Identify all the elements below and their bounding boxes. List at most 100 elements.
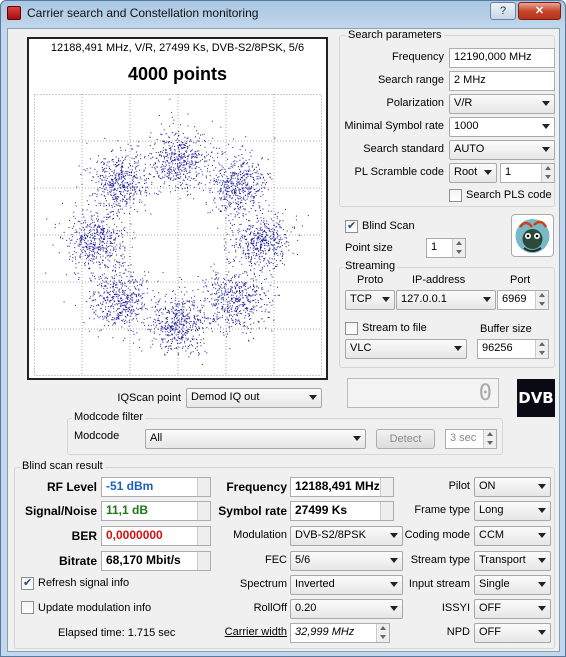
update-modulation-checkbox[interactable] [21,601,34,614]
search-parameters-label: Search parameters [346,29,444,41]
blind-scan-label: Blind Scan [362,220,415,232]
signal-noise-value: 11,1 dB [101,501,211,521]
chevron-down-icon [309,395,317,400]
pilot-select[interactable]: ON [474,477,551,497]
player-select[interactable]: VLC [345,339,467,359]
chevron-down-icon [538,630,546,635]
bitrate-value: 68,170 Mbit/s [101,551,211,571]
search-standard-label: Search standard [363,143,444,155]
pl-scramble-mode-select[interactable]: Root [449,163,497,183]
client-area: 12188,491 MHz, V/R, 27499 Ks, DVB-S2/8PS… [7,28,560,652]
chevron-down-icon [542,101,550,106]
pl-scramble-spinner[interactable]: 1 [500,163,555,183]
refresh-signal-checkbox[interactable] [21,576,34,590]
chevron-down-icon [542,124,550,129]
elapsed-time: Elapsed time: 1.715 sec [58,627,176,639]
port-label: Port [510,274,531,286]
frame-type-select[interactable]: Long [474,501,551,521]
issyi-select[interactable]: OFF [474,599,551,619]
modcode-filter-label: Modcode filter [72,411,146,423]
streaming-label: Streaming [343,260,398,272]
spinner-arrows-icon [535,291,548,309]
window-title: Carrier search and Constellation monitor… [27,6,259,20]
coding-mode-select[interactable]: CCM [474,526,551,546]
dvb-logo: DVB [517,379,555,417]
result-symbol-rate-label: Symbol rate [218,504,287,518]
buffer-size-spinner[interactable]: 96256 [477,339,549,359]
refresh-signal-label: Refresh signal info [38,577,130,589]
scatter-canvas [34,94,322,376]
ip-address-select[interactable]: 127.0.0.1 [396,290,496,310]
search-pls-checkbox[interactable] [449,189,462,202]
chevron-down-icon [484,170,492,175]
detect-button[interactable]: Detect [376,429,435,449]
min-symbol-rate-label: Minimal Symbol rate [344,120,444,132]
buffer-size-label: Buffer size [480,323,532,335]
detect-seconds-spinner[interactable]: 3 sec [445,429,497,449]
npd-select[interactable]: OFF [474,623,551,643]
spinner-arrows-icon [535,340,548,358]
mascot-icon[interactable] [511,214,554,257]
chevron-down-icon [538,484,546,489]
chevron-down-icon [390,606,398,611]
polarization-label: Polarization [386,97,444,109]
lcd-counter: 0 [347,378,499,408]
issyi-label: ISSYI [441,602,470,614]
modcode-select[interactable]: All [145,429,366,449]
chevron-down-icon [353,436,361,441]
frame-type-label: Frame type [414,504,470,516]
iqscan-point-label: IQScan point [117,392,181,404]
constellation-plot: 12188,491 MHz, V/R, 27499 Ks, DVB-S2/8PS… [27,37,328,380]
frequency-input[interactable]: 12190,000 MHz [449,48,555,68]
carrier-width-label[interactable]: Carrier width [213,626,287,638]
pilot-label: Pilot [448,480,470,492]
polarization-select[interactable]: V/R [449,94,555,114]
signal-noise-label: Signal/Noise [24,504,97,518]
app-window: Carrier search and Constellation monitor… [0,0,566,657]
ip-address-label: IP-address [412,274,466,286]
help-button[interactable]: ? [490,2,516,20]
stream-to-file-checkbox[interactable] [345,322,358,335]
chevron-down-icon [390,558,398,563]
search-range-input[interactable]: 2 MHz [449,71,555,91]
stream-type-label: Stream type [410,554,470,566]
input-stream-select[interactable]: Single [474,575,551,595]
plot-title: 4000 points [127,64,228,84]
result-frequency-label: Frequency [226,480,287,494]
modulation-select[interactable]: DVB-S2/8PSK [290,526,403,546]
rolloff-select[interactable]: 0.20 [290,599,403,619]
modcode-label: Modcode [74,430,120,442]
ber-value: 0,0000000 [101,526,211,546]
proto-select[interactable]: TCP [345,290,395,310]
proto-label: Proto [357,274,384,286]
carrier-width-value[interactable]: 32,999 MHz [290,623,390,643]
close-button[interactable]: ✕ [518,2,561,20]
iqscan-point-select[interactable]: Demod IQ out [186,388,322,408]
rf-level-value: -51 dBm [101,477,211,497]
rolloff-label: RollOff [253,602,287,614]
lcd-counter-value: 0 [478,381,492,406]
chevron-down-icon [538,582,546,587]
spinner-arrows-icon [452,239,465,257]
blind-scan-result-label: Blind scan result [20,460,105,472]
point-size-label: Point size [345,242,393,254]
frequency-label: Frequency [392,51,444,63]
fec-label: FEC [265,554,287,566]
min-symbol-rate-select[interactable]: 1000 [449,117,555,137]
stream-to-file-label: Stream to file [362,322,427,334]
point-size-spinner[interactable]: 1 [426,238,466,258]
search-standard-select[interactable]: AUTO [449,140,555,160]
input-stream-label: Input stream [408,578,470,590]
rf-level-label: RF Level [46,480,97,494]
chevron-down-icon [483,297,491,302]
coding-mode-label: Coding mode [404,529,470,541]
fec-select[interactable]: 5/6 [290,551,403,571]
title-bar[interactable]: Carrier search and Constellation monitor… [1,1,565,25]
result-symbol-rate-value: 27499 Ks [290,501,394,521]
ber-label: BER [71,529,97,543]
stream-type-select[interactable]: Transport [474,551,551,571]
result-frequency-value: 12188,491 MHz [290,477,394,497]
port-spinner[interactable]: 6969 [497,290,549,310]
blind-scan-checkbox[interactable] [345,219,358,233]
spectrum-select[interactable]: Inverted [290,575,403,595]
